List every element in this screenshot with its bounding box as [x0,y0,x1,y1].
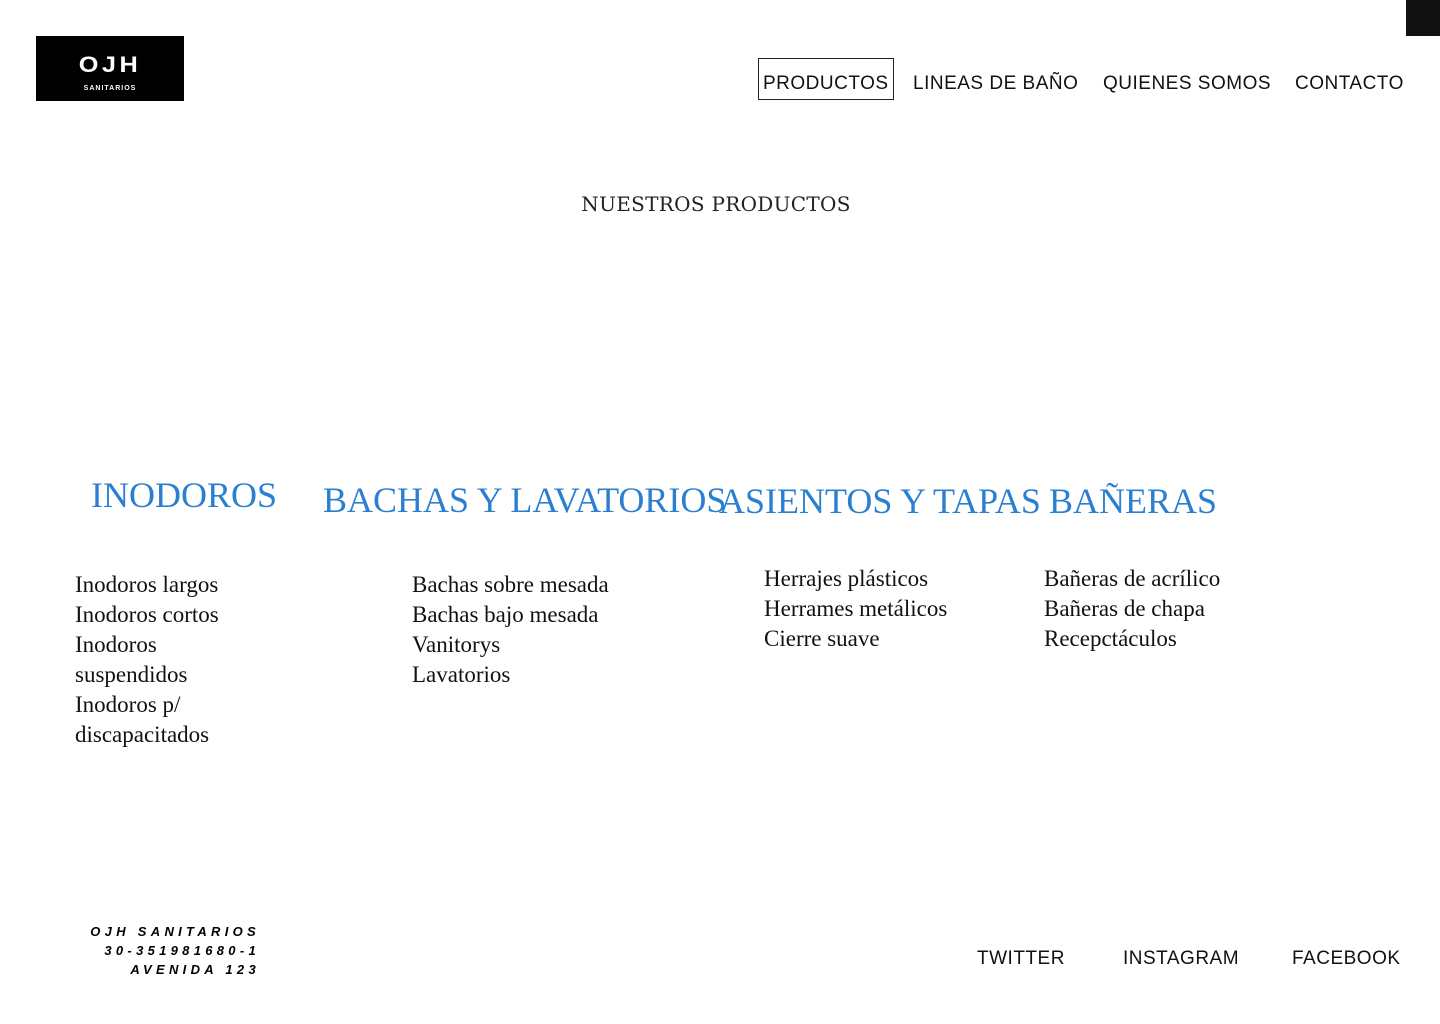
list-item[interactable]: Bachas bajo mesada [412,600,612,630]
social-link-instagram[interactable]: INSTAGRAM [1123,948,1239,970]
list-item[interactable]: Inodoros cortos [75,600,255,630]
category-heading-baneras[interactable]: BAÑERAS [1049,480,1217,522]
list-item[interactable]: Bachas sobre mesada [412,570,612,600]
category-heading-inodoros[interactable]: INODOROS [91,474,277,516]
nav-item-lineas-de-bano[interactable]: LINEAS DE BAÑO [913,58,1078,100]
nav-item-contacto[interactable]: CONTACTO [1295,58,1404,100]
list-item[interactable]: Vanitorys [412,630,612,660]
menu-corner-block [1406,0,1440,36]
list-item[interactable]: Lavatorios [412,660,612,690]
category-list-inodoros: Inodoros largos Inodoros cortos Inodoros… [75,570,255,750]
footer-address: AVENIDA 123 [130,962,260,977]
category-heading-bachas[interactable]: BACHAS Y LAVATORIOS [323,479,726,521]
page-title: NUESTROS PRODUCTOS [581,192,851,216]
list-item[interactable]: Inodoros suspendidos [75,630,255,690]
list-item[interactable]: Inodoros largos [75,570,255,600]
category-list-baneras: Bañeras de acrílico Bañeras de chapa Rec… [1044,564,1304,654]
list-item[interactable]: Bañeras de chapa [1044,594,1304,624]
category-list-asientos: Herrajes plásticos Herrames metálicos Ci… [764,564,1004,654]
social-link-facebook[interactable]: FACEBOOK [1292,948,1401,970]
list-item[interactable]: Inodoros p/ discapacitados [75,690,255,750]
category-heading-asientos[interactable]: ASIENTOS Y TAPAS [719,480,1041,522]
list-item[interactable]: Recepctáculos [1044,624,1304,654]
list-item[interactable]: Cierre suave [764,624,1004,654]
footer-contact-info: OJH SANITARIOS 30-351981680-1 AVENIDA 12… [88,922,260,979]
logo-wordmark: OJH [78,52,142,77]
nav-item-productos[interactable]: PRODUCTOS [758,58,894,100]
nav-item-quienes-somos[interactable]: QUIENES SOMOS [1103,58,1271,100]
logo-tagline: SANITARIOS [83,85,137,92]
footer-company-name: OJH SANITARIOS [90,924,260,939]
brand-logo[interactable]: OJH SANITARIOS [36,36,184,101]
list-item[interactable]: Bañeras de acrílico [1044,564,1304,594]
social-link-twitter[interactable]: TWITTER [977,948,1065,970]
list-item[interactable]: Herrames metálicos [764,594,1004,624]
category-list-bachas: Bachas sobre mesada Bachas bajo mesada V… [412,570,612,690]
list-item[interactable]: Herrajes plásticos [764,564,1004,594]
footer-phone: 30-351981680-1 [104,943,260,958]
